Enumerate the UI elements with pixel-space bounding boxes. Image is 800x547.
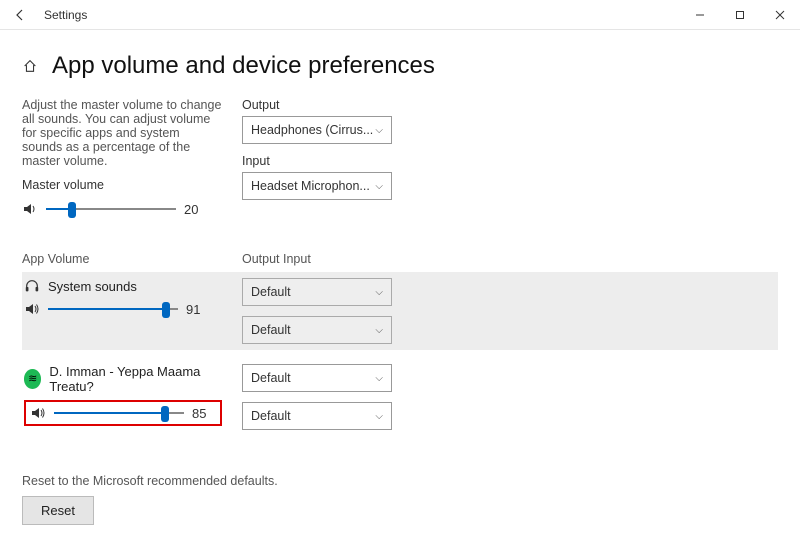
arrow-left-icon — [13, 8, 27, 22]
app-name: System sounds — [48, 279, 137, 294]
app-output-select[interactable]: Default ⌵ — [242, 278, 392, 306]
intro-text: Adjust the master volume to change all s… — [22, 98, 222, 168]
app-volume-value: 85 — [192, 406, 206, 421]
maximize-button[interactable] — [720, 0, 760, 30]
app-input-value: Default — [251, 409, 291, 423]
titlebar: Settings — [0, 0, 800, 30]
chevron-down-icon: ⌵ — [375, 125, 383, 136]
speaker-icon[interactable] — [22, 201, 38, 217]
reset-button[interactable]: Reset — [22, 496, 94, 525]
app-volume-value: 91 — [186, 302, 200, 317]
app-input-select[interactable]: Default ⌵ — [242, 402, 392, 430]
chevron-down-icon: ⌵ — [375, 287, 383, 298]
app-name: D. Imman - Yeppa Maama Treatu? — [49, 364, 222, 394]
speaker-icon[interactable] — [24, 301, 40, 317]
speaker-icon[interactable] — [30, 405, 46, 421]
app-volume-header: App Volume — [22, 252, 222, 266]
reset-section: Reset to the Microsoft recommended defau… — [22, 474, 278, 525]
output-select-value: Headphones (Cirrus... — [251, 123, 373, 137]
master-volume-label: Master volume — [22, 178, 222, 192]
minimize-button[interactable] — [680, 0, 720, 30]
window-title: Settings — [40, 8, 87, 22]
app-row-spotify: ≋ D. Imman - Yeppa Maama Treatu? 85 — [22, 358, 778, 436]
close-icon — [775, 10, 785, 20]
master-volume-value: 20 — [184, 202, 198, 217]
master-volume-slider[interactable] — [46, 200, 176, 218]
headphones-icon — [24, 278, 40, 294]
input-select-value: Headset Microphon... — [251, 179, 370, 193]
chevron-down-icon: ⌵ — [375, 181, 383, 192]
output-select[interactable]: Headphones (Cirrus... ⌵ — [242, 116, 392, 144]
app-row-system-sounds: System sounds 91 Default — [22, 272, 778, 350]
app-input-select[interactable]: Default ⌵ — [242, 316, 392, 344]
spotify-icon: ≋ — [24, 369, 41, 389]
input-label: Input — [242, 154, 422, 168]
app-output-value: Default — [251, 285, 291, 299]
chevron-down-icon: ⌵ — [375, 373, 383, 384]
home-icon[interactable] — [22, 58, 38, 74]
output-input-header: Output Input — [242, 252, 392, 266]
app-output-select[interactable]: Default ⌵ — [242, 364, 392, 392]
window-controls — [680, 0, 800, 30]
output-label: Output — [242, 98, 422, 112]
input-select[interactable]: Headset Microphon... ⌵ — [242, 172, 392, 200]
chevron-down-icon: ⌵ — [375, 411, 383, 422]
minimize-icon — [695, 10, 705, 20]
page-body: App volume and device preferences Adjust… — [0, 30, 800, 436]
heading-row: App volume and device preferences — [22, 52, 778, 80]
app-input-value: Default — [251, 323, 291, 337]
close-button[interactable] — [760, 0, 800, 30]
app-output-value: Default — [251, 371, 291, 385]
reset-text: Reset to the Microsoft recommended defau… — [22, 474, 278, 488]
app-volume-slider[interactable] — [48, 300, 178, 318]
app-volume-slider[interactable] — [54, 404, 184, 422]
maximize-icon — [735, 10, 745, 20]
back-button[interactable] — [0, 8, 40, 22]
page-title: App volume and device preferences — [52, 52, 435, 80]
chevron-down-icon: ⌵ — [375, 325, 383, 336]
